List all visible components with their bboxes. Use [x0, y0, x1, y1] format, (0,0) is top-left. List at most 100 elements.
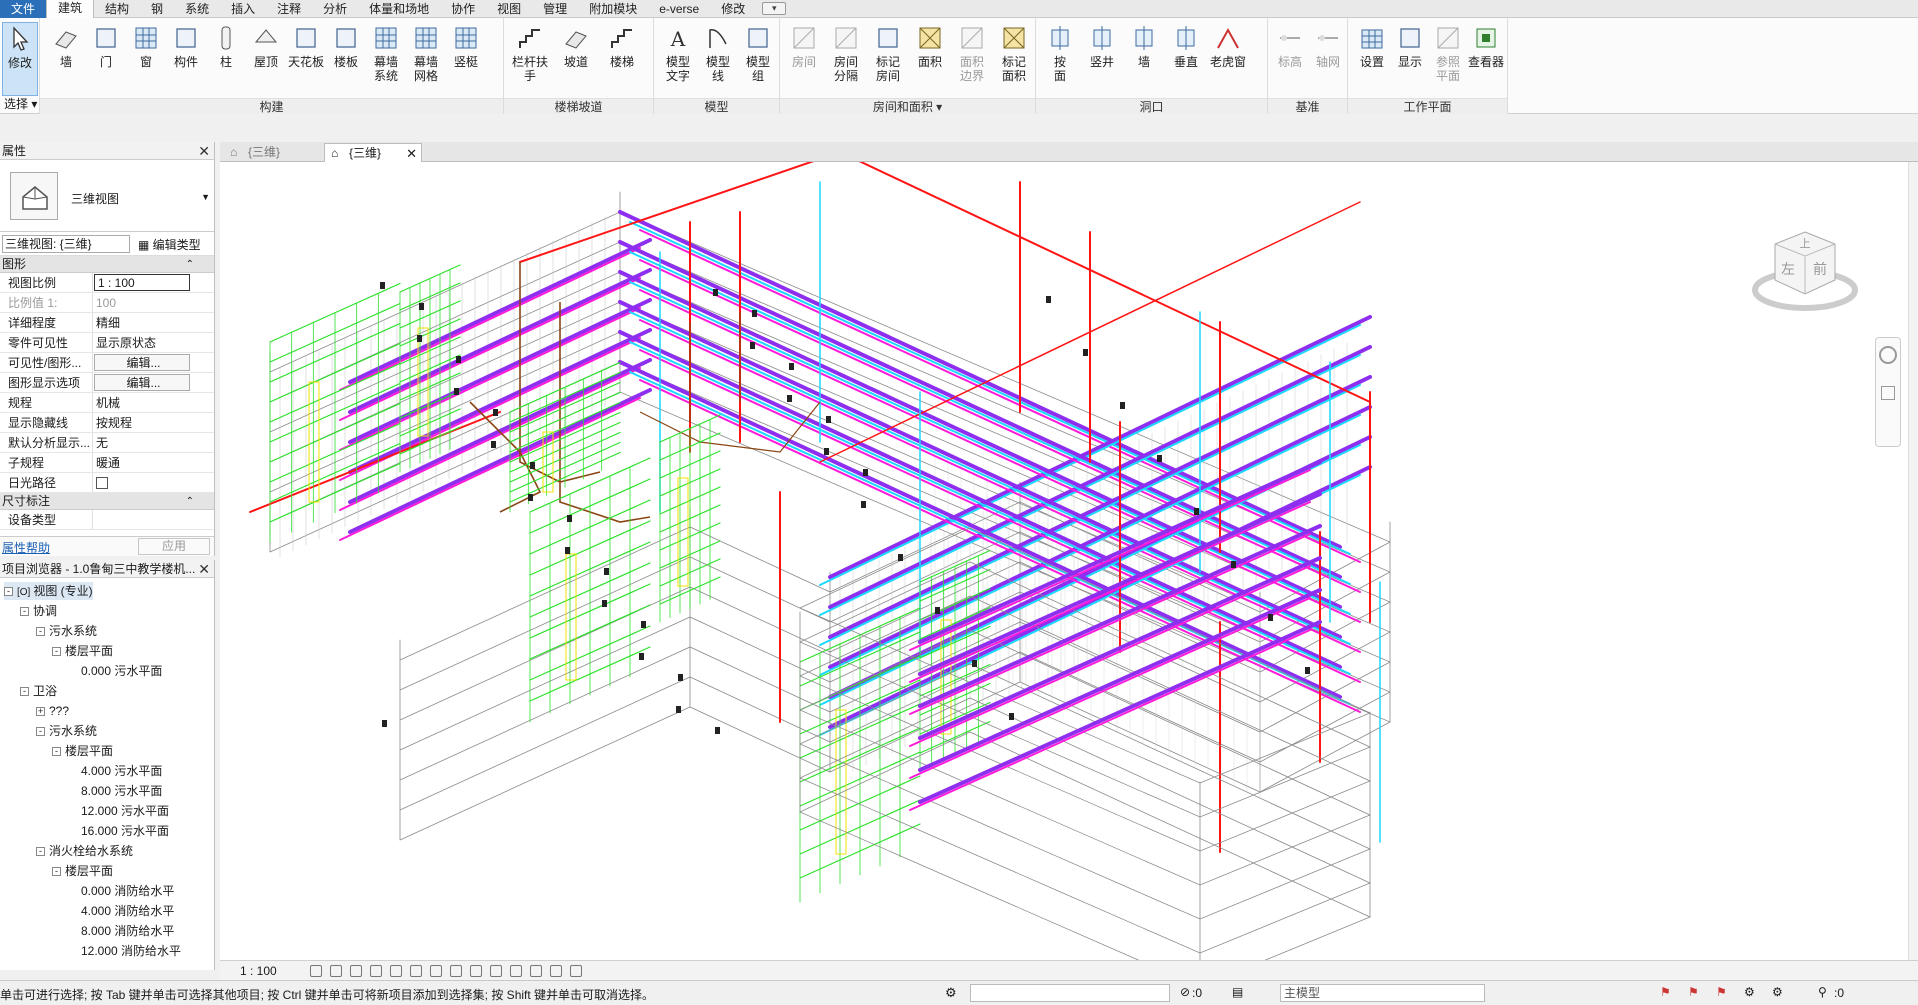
menu-tab[interactable]: 协作 [440, 0, 486, 18]
ribbon-button[interactable]: 墙 [1124, 22, 1164, 96]
ribbon-button[interactable]: 楼梯 [602, 22, 642, 96]
select-links-icon[interactable]: ⚑ [1660, 985, 1671, 999]
sun-path-checkbox-cell[interactable] [93, 473, 214, 492]
collapse-icon[interactable]: - [4, 587, 13, 597]
design-option-select[interactable]: 主模型 [1280, 984, 1485, 1002]
view-control-icon[interactable] [310, 965, 322, 977]
collapse-icon[interactable]: - [20, 607, 29, 617]
drag-on-selection-icon[interactable]: ⚙ [1772, 985, 1783, 999]
view-control-icon[interactable] [470, 965, 482, 977]
menu-tab[interactable]: 体量和场地 [358, 0, 440, 18]
view-control-icon[interactable] [370, 965, 382, 977]
ribbon-button[interactable]: 轴网 [1308, 22, 1348, 96]
browser-node[interactable]: - [O] 视图 (专业) [4, 582, 93, 600]
ribbon-button[interactable]: 房间 分隔 [826, 22, 866, 96]
edit-type-button[interactable]: ▦ 编辑类型 [138, 236, 201, 253]
editable-icon[interactable]: ⊘ [1180, 985, 1190, 999]
close-icon[interactable]: ✕ [198, 560, 210, 578]
ribbon-button[interactable]: 老虎窗 [1208, 22, 1248, 96]
menu-tab[interactable]: 管理 [532, 0, 578, 18]
view-control-icon[interactable] [570, 965, 582, 977]
ribbon-options-button[interactable]: ▾ [762, 2, 787, 15]
ribbon-button[interactable]: A 模型 文字 [658, 22, 698, 96]
ribbon-button[interactable]: 面积 [910, 22, 950, 96]
ribbon-button[interactable]: 房间 [784, 22, 824, 96]
filter-icon[interactable]: ⚲ [1818, 985, 1827, 999]
steering-wheel-icon[interactable] [1879, 346, 1897, 364]
browser-node[interactable]: 0.000 消防给水平 [68, 882, 174, 900]
browser-node[interactable]: +??? [36, 702, 69, 720]
browser-node[interactable]: 4.000 消防给水平 [68, 902, 174, 920]
collapse-icon[interactable]: - [52, 647, 61, 657]
group-dimensions[interactable]: 尺寸标注 ⌃ [0, 493, 214, 510]
ribbon-button[interactable]: 标记 面积 [994, 22, 1034, 96]
3d-view-canvas[interactable]: 上 左 前 [220, 162, 1908, 960]
ribbon-button[interactable]: 墙 [46, 22, 86, 96]
browser-node[interactable]: 12.000 消防给水平 [68, 942, 181, 960]
ribbon-button[interactable]: 天花板 [286, 22, 326, 96]
browser-node[interactable]: - 消火栓给水系统 [36, 842, 133, 860]
design-options-icon[interactable]: ▤ [1232, 985, 1243, 999]
workset-select[interactable] [970, 984, 1170, 1002]
menu-tab[interactable]: 注释 [266, 0, 312, 18]
menu-tab[interactable]: 附加模块 [578, 0, 648, 18]
collapse-icon[interactable]: - [36, 727, 45, 737]
collapse-icon[interactable]: - [52, 867, 61, 877]
apply-button[interactable]: 应用 [138, 538, 210, 555]
view-control-icon[interactable] [390, 965, 402, 977]
menu-tab[interactable]: 文件 [0, 0, 47, 18]
menu-tab[interactable]: 视图 [486, 0, 532, 18]
sun-path-checkbox[interactable] [96, 477, 108, 489]
ribbon-button[interactable]: 柱 [206, 22, 246, 96]
browser-node[interactable]: - 污水系统 [36, 722, 97, 740]
browser-node[interactable]: - 污水系统 [36, 622, 97, 640]
ribbon-button[interactable]: 标记 房间 [868, 22, 908, 96]
ribbon-button[interactable]: 坡道 [556, 22, 596, 96]
view-control-icon[interactable] [410, 965, 422, 977]
ribbon-button[interactable]: 显示 [1390, 22, 1430, 96]
browser-node[interactable]: - 楼层平面 [52, 742, 113, 760]
close-icon[interactable]: ✕ [406, 144, 417, 163]
ribbon-button[interactable]: 模型 线 [698, 22, 738, 96]
type-selector[interactable]: 三维视图 ▼ [0, 160, 214, 232]
menu-tab[interactable]: e-verse [648, 0, 710, 18]
browser-node[interactable]: 4.000 污水平面 [68, 762, 162, 780]
view-control-icon[interactable] [330, 965, 342, 977]
view-scale[interactable]: 1 : 100 [240, 964, 277, 978]
menu-tab[interactable]: 结构 [94, 0, 140, 18]
view-cube[interactable]: 上 左 前 [1750, 222, 1860, 322]
collapse-icon[interactable]: - [20, 687, 29, 697]
view-tab[interactable]: ⌂ {三维} ✕ [324, 143, 422, 162]
ribbon-button[interactable]: 栏杆扶手 [510, 22, 550, 96]
select-by-face-icon[interactable]: ⚙ [1744, 985, 1755, 999]
view-control-icon[interactable] [450, 965, 462, 977]
worksets-icon[interactable]: ⚙ [945, 985, 957, 1001]
menu-tab[interactable]: 钢 [140, 0, 174, 18]
select-underlay-icon[interactable]: ⚑ [1688, 985, 1699, 999]
property-value[interactable]: 编辑... [94, 374, 190, 391]
select-dropdown[interactable]: 选择 ▾ [4, 95, 37, 112]
properties-help-link[interactable]: 属性帮助 [2, 539, 50, 556]
ribbon-button[interactable]: 竖井 [1082, 22, 1122, 96]
browser-node[interactable]: 0.000 污水平面 [68, 662, 162, 680]
ribbon-button[interactable]: 幕墙 系统 [366, 22, 406, 96]
group-graphics[interactable]: 图形 ⌃ [0, 256, 214, 273]
browser-node[interactable]: 12.000 污水平面 [68, 802, 169, 820]
ribbon-button[interactable]: 按 面 [1040, 22, 1080, 96]
ribbon-button[interactable]: 垂直 [1166, 22, 1206, 96]
vertical-scrollbar[interactable] [1908, 162, 1918, 960]
ribbon-button[interactable]: 窗 [126, 22, 166, 96]
view-control-icon[interactable] [430, 965, 442, 977]
collapse-icon[interactable]: - [52, 747, 61, 757]
menu-tab[interactable]: 分析 [312, 0, 358, 18]
browser-node[interactable]: 8.000 污水平面 [68, 782, 162, 800]
ribbon-button[interactable]: 构件 [166, 22, 206, 96]
view-control-icon[interactable] [510, 965, 522, 977]
ribbon-button[interactable]: 模型 组 [738, 22, 778, 96]
ribbon-button[interactable]: 查看器 [1466, 22, 1506, 96]
collapse-icon[interactable]: - [36, 847, 45, 857]
view-tab[interactable]: ⌂ {三维} [224, 143, 322, 162]
menu-tab[interactable]: 插入 [220, 0, 266, 18]
menu-tab[interactable]: 修改 [710, 0, 756, 18]
property-value[interactable]: 编辑... [94, 354, 190, 371]
